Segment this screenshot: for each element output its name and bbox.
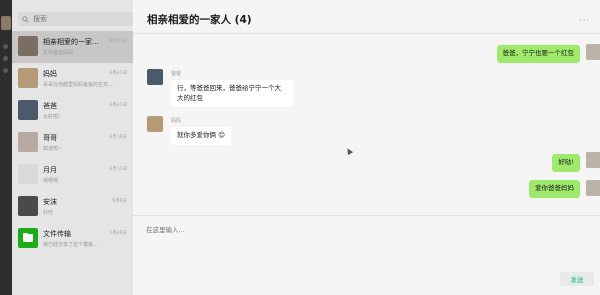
send-button[interactable]: 发送 [560,272,594,286]
conversation-preview: 知道啦~ [43,146,63,152]
message-bubble[interactable]: 行，等爸爸回来，爸爸给宁宁一个大大的红包 [171,80,293,107]
search-box[interactable] [18,12,133,26]
conversation-name: 文件传输 [43,230,71,238]
search-input[interactable] [33,15,129,23]
sender-avatar[interactable] [147,69,163,85]
conversation-item[interactable]: 哥哥 6月19日知道啦~ [12,127,133,159]
conversation-item[interactable]: 安沫 6月9日好哇 [12,191,133,223]
self-avatar[interactable] [586,180,600,196]
chat-nav-icon[interactable] [3,44,8,49]
contacts-nav-icon[interactable] [3,56,8,61]
self-avatar[interactable] [586,152,600,168]
conversation-sidebar: 相亲相爱的一家...6月21日爱你爸爸妈妈妈妈6月21日哥哥在他都里妈妈爸爸的生… [12,0,133,295]
conversation-name: 哥哥 [43,134,57,142]
conversation-time: 5月29日 [109,231,127,236]
conversation-item[interactable]: 文件传输 5月29日我已经分享了这个模板... [12,223,133,255]
self-avatar[interactable] [586,44,600,60]
conversation-preview: 好哇 [43,210,54,216]
avatar [18,196,38,216]
sender-name: 妈妈 [171,118,182,124]
message-input[interactable] [146,224,576,264]
more-dots-icon[interactable]: ··· [579,16,590,25]
favorites-nav-icon[interactable] [3,68,8,73]
conversation-preview: 爱你爸爸妈妈 [43,50,74,56]
conversation-list: 相亲相爱的一家... 6月21日 爱你爸爸妈妈 妈妈 6月21日 哥哥在他都里妈妈爸爸的生… [12,31,133,255]
conversation-time: 6月21日 [109,71,127,76]
conversation-item[interactable]: 月月 6月11日嘻嘻嘻 [12,159,133,191]
conversation-item[interactable]: 爸爸 6月21日太好啦! [12,95,133,127]
conversation-item[interactable]: 相亲相爱的一家... 6月21日爱你爸爸妈妈 [12,31,133,63]
app-nav-strip [0,0,12,295]
avatar [18,68,38,88]
conversation-time: 6月21日 [109,103,127,108]
my-avatar[interactable] [1,16,11,30]
conversation-time: 6月9日 [112,199,127,204]
conversation-time: 6月19日 [109,135,127,140]
file-transfer-icon [18,228,38,248]
chat-title: 相亲相爱的一家人 (4) [147,14,252,26]
conversation-name: 相亲相爱的一家... [43,38,99,46]
conversation-name: 安沫 [43,198,57,206]
input-divider [133,215,600,216]
chat-panel: 相亲相爱的一家人 (4) ··· 爸爸，宁宁也要一个红包 爸爸 行，等爸爸回来，… [133,0,600,295]
conversation-preview: 我已经分享了这个模板... [43,242,98,248]
conversation-preview: 哥哥在他都里妈妈爸爸的生日... [43,82,113,88]
conversation-preview: 嘻嘻嘻 [43,178,59,184]
message-bubble[interactable]: 爱你爸爸妈妈 [529,180,580,198]
conversation-name: 爸爸 [43,102,57,110]
conversation-item[interactable]: 妈妈 6月21日哥哥在他都里妈妈爸爸的生日... [12,63,133,95]
conversation-name: 月月 [43,166,57,174]
conversation-preview: 太好啦! [43,114,61,120]
message-bubble[interactable]: 爸爸，宁宁也要一个红包 [496,45,580,63]
conversation-time: 6月11日 [109,167,127,172]
avatar [18,100,38,120]
avatar [18,164,38,184]
message-bubble[interactable]: 好哒! [552,154,580,172]
avatar [18,36,38,56]
sender-name: 爸爸 [171,71,182,77]
sender-avatar[interactable] [147,116,163,132]
avatar [18,132,38,152]
search-icon [22,15,29,23]
conversation-time: 6月21日 [109,39,127,44]
conversation-name: 妈妈 [43,70,57,78]
title-divider [133,33,600,34]
message-bubble[interactable]: 就你多爱你俩 😊 [171,127,231,145]
